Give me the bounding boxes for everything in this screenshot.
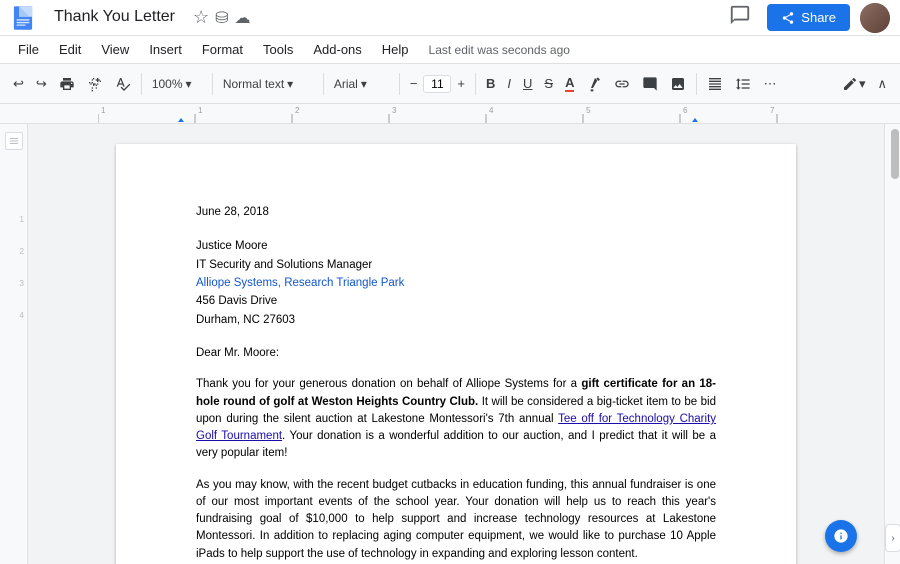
letter-salutation: Dear Mr. Moore: (196, 345, 716, 362)
letter-address: Justice Moore IT Security and Solutions … (196, 237, 716, 329)
editing-mode-drop: ▾ (859, 76, 866, 92)
zoom-value: 100% (152, 77, 183, 91)
toolbar: ↩ ↪ 100% ▾ Normal text ▾ Arial ▾ − 11 + … (0, 64, 900, 104)
text-color-button[interactable]: A (560, 72, 579, 95)
address-line-3: Alliope Systems, Research Triangle Park (196, 274, 716, 292)
title-bar: Thank You Letter ☆ ⛁ ☁ Share (0, 0, 900, 36)
document-title[interactable]: Thank You Letter (44, 0, 185, 36)
font-size-decrease-button[interactable]: − (405, 73, 423, 94)
bold-button[interactable]: B (481, 73, 500, 94)
svg-text:1: 1 (198, 106, 203, 115)
explore-assistant-button[interactable] (825, 520, 857, 552)
toolbar-sep-5 (475, 73, 476, 95)
last-edit-label: Last edit was seconds ago (429, 43, 570, 57)
insert-comment-button[interactable] (637, 73, 663, 95)
menu-insert[interactable]: Insert (141, 40, 190, 59)
folder-icon[interactable]: ⛁ (215, 8, 228, 28)
document-page: June 28, 2018 Justice Moore IT Security … (116, 144, 796, 564)
svg-text:3: 3 (392, 106, 397, 115)
menu-edit[interactable]: Edit (51, 40, 89, 59)
toolbar-sep-6 (696, 73, 697, 95)
style-drop-icon: ▾ (287, 77, 293, 91)
scrollbar-track[interactable] (890, 124, 900, 564)
svg-text:2: 2 (295, 106, 300, 115)
document-scroll-area[interactable]: June 28, 2018 Justice Moore IT Security … (28, 124, 884, 564)
menu-view[interactable]: View (93, 40, 137, 59)
user-avatar[interactable] (860, 3, 890, 33)
svg-text:5: 5 (586, 106, 591, 115)
para1-before-bold: Thank you for your generous donation on … (196, 378, 581, 390)
editing-mode-button[interactable]: ▾ (837, 73, 871, 95)
spell-check-button[interactable] (110, 73, 136, 95)
address-line-2: IT Security and Solutions Manager (196, 256, 716, 274)
style-value: Normal text (223, 77, 284, 91)
font-value: Arial (334, 77, 358, 91)
menu-tools[interactable]: Tools (255, 40, 301, 59)
highlight-color-button[interactable] (581, 73, 607, 95)
font-select[interactable]: Arial ▾ (329, 74, 394, 94)
menu-bar: File Edit View Insert Format Tools Add-o… (0, 36, 900, 64)
menu-addons[interactable]: Add-ons (305, 40, 369, 59)
toolbar-sep-4 (399, 73, 400, 95)
font-drop-icon: ▾ (361, 77, 367, 91)
font-size-area: − 11 + (405, 73, 470, 94)
font-size-increase-button[interactable]: + (452, 73, 470, 94)
toolbar-sep-1 (141, 73, 142, 95)
collapse-panel-button[interactable]: › (885, 524, 900, 552)
title-right-actions: Share (723, 2, 890, 34)
svg-text:1: 1 (101, 106, 106, 115)
more-options-button[interactable]: ⋯ (758, 73, 781, 95)
toolbar-sep-3 (323, 73, 324, 95)
address-line-4: 456 Davis Drive (196, 292, 716, 310)
address-line-5: Durham, NC 27603 (196, 311, 716, 329)
insert-link-button[interactable] (609, 73, 635, 95)
font-size-input[interactable]: 11 (423, 75, 451, 93)
svg-text:4: 4 (489, 106, 494, 115)
print-button[interactable] (54, 73, 80, 95)
star-icon[interactable]: ☆ (193, 7, 209, 28)
letter-date: June 28, 2018 (196, 204, 716, 221)
line-spacing-button[interactable] (730, 73, 756, 95)
comments-button[interactable] (723, 2, 757, 34)
scrollbar-thumb[interactable] (891, 129, 899, 179)
menu-file[interactable]: File (10, 40, 47, 59)
main-area: 1 2 3 4 June 28, 2018 Justice Moore IT S… (0, 124, 900, 564)
strikethrough-button[interactable]: S (539, 73, 558, 94)
left-sidebar: 1 2 3 4 (0, 124, 28, 564)
style-select[interactable]: Normal text ▾ (218, 74, 318, 94)
italic-button[interactable]: I (502, 73, 516, 94)
address-line-1: Justice Moore (196, 237, 716, 255)
collapse-toolbar-button[interactable]: ∧ (872, 73, 892, 95)
title-icon-group: ☆ ⛁ ☁ (193, 7, 251, 28)
right-scrollbar[interactable]: › (884, 124, 900, 564)
docs-logo-icon (10, 5, 36, 31)
cloud-icon[interactable]: ☁ (235, 8, 251, 28)
toolbar-sep-2 (212, 73, 213, 95)
share-button[interactable]: Share (767, 4, 850, 31)
redo-button[interactable]: ↪ (31, 73, 52, 95)
zoom-select[interactable]: 100% ▾ (147, 74, 207, 94)
svg-text:6: 6 (683, 106, 688, 115)
svg-text:7: 7 (770, 106, 775, 115)
underline-button[interactable]: U (518, 73, 537, 94)
zoom-drop-icon: ▾ (186, 77, 192, 91)
insert-image-button[interactable] (665, 73, 691, 95)
letter-paragraph-2: As you may know, with the recent budget … (196, 477, 716, 563)
align-button[interactable] (702, 73, 728, 95)
page-marker (5, 132, 23, 150)
menu-help[interactable]: Help (374, 40, 417, 59)
letter-paragraph-1: Thank you for your generous donation on … (196, 376, 716, 462)
paint-format-button[interactable] (82, 73, 108, 95)
undo-button[interactable]: ↩ (8, 73, 29, 95)
ruler: 1 1 2 3 4 5 6 7 (0, 104, 900, 124)
share-label: Share (801, 10, 836, 25)
menu-format[interactable]: Format (194, 40, 251, 59)
